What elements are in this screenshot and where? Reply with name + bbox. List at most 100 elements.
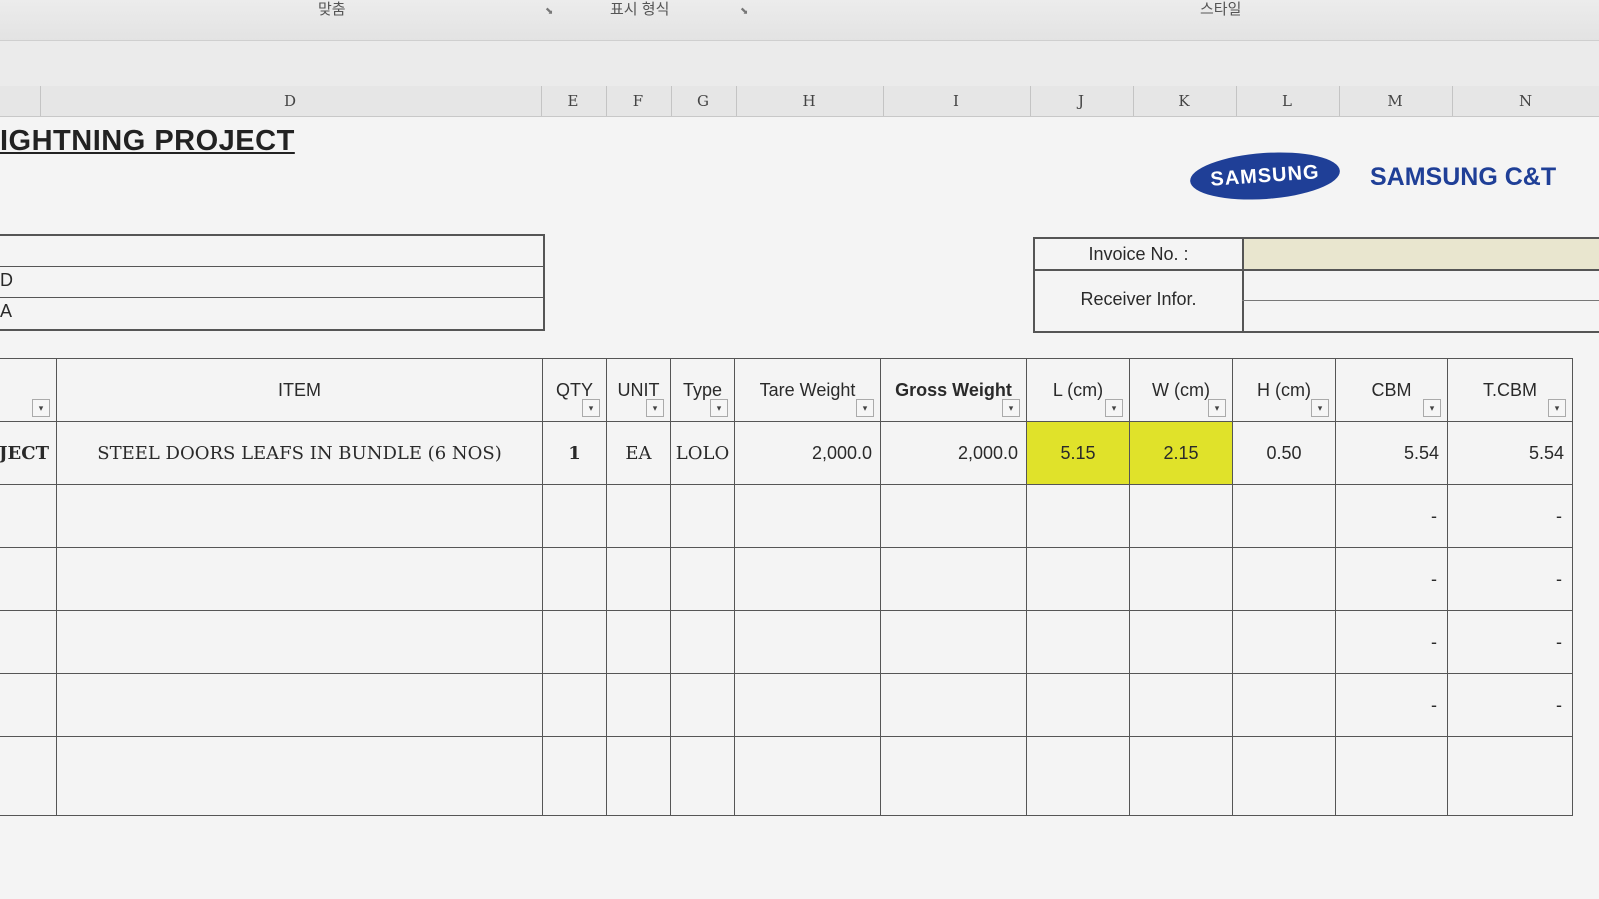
- empty-cell[interactable]: [0, 673, 57, 737]
- empty-cell[interactable]: [670, 484, 735, 548]
- cbm-dash-cell[interactable]: -: [1335, 484, 1448, 548]
- empty-cell[interactable]: [56, 547, 543, 611]
- empty-cell[interactable]: [734, 547, 881, 611]
- column-header-l[interactable]: L: [1236, 92, 1338, 110]
- cbm-dash-cell[interactable]: -: [1335, 610, 1448, 674]
- empty-cell[interactable]: [542, 673, 607, 737]
- header-cbm[interactable]: CBM ▾: [1335, 358, 1448, 422]
- tare-weight-cell[interactable]: 2,000.0: [734, 421, 881, 485]
- empty-cell[interactable]: [606, 736, 671, 816]
- empty-cell[interactable]: [1232, 547, 1336, 611]
- filter-dropdown-icon[interactable]: ▾: [1548, 399, 1566, 417]
- empty-cell[interactable]: [0, 484, 57, 548]
- empty-cell[interactable]: [1129, 547, 1233, 611]
- length-cell[interactable]: 5.15: [1026, 421, 1130, 485]
- empty-cell[interactable]: [1026, 673, 1130, 737]
- empty-cell[interactable]: [880, 673, 1027, 737]
- empty-cell[interactable]: [542, 610, 607, 674]
- filter-dropdown-icon[interactable]: ▾: [1208, 399, 1226, 417]
- empty-cell[interactable]: [670, 736, 735, 816]
- cbm-dash-cell[interactable]: -: [1335, 547, 1448, 611]
- cbm-dash-cell[interactable]: -: [1335, 673, 1448, 737]
- filter-dropdown-icon[interactable]: ▾: [856, 399, 874, 417]
- header-qty[interactable]: QTY ▾: [542, 358, 607, 422]
- column-header-e[interactable]: E: [541, 92, 605, 110]
- header-unit[interactable]: UNIT ▾: [606, 358, 671, 422]
- column-header-f[interactable]: F: [606, 92, 670, 110]
- empty-cell[interactable]: [606, 610, 671, 674]
- unit-cell[interactable]: EA: [606, 421, 671, 485]
- empty-cell[interactable]: [880, 736, 1027, 816]
- empty-cell[interactable]: [880, 484, 1027, 548]
- header-height[interactable]: H (cm) ▾: [1232, 358, 1336, 422]
- empty-cell[interactable]: [734, 673, 881, 737]
- filter-dropdown-icon[interactable]: ▾: [582, 399, 600, 417]
- empty-cell[interactable]: [0, 610, 57, 674]
- empty-cell[interactable]: [542, 484, 607, 548]
- empty-cell[interactable]: [56, 484, 543, 548]
- height-cell[interactable]: 0.50: [1232, 421, 1336, 485]
- empty-cell[interactable]: [1232, 673, 1336, 737]
- shipper-info-box[interactable]: D A: [0, 234, 545, 331]
- empty-cell[interactable]: [542, 736, 607, 816]
- width-cell[interactable]: 2.15: [1129, 421, 1233, 485]
- header-item[interactable]: ITEM: [56, 358, 543, 422]
- empty-cell[interactable]: [1026, 547, 1130, 611]
- worksheet[interactable]: IGHTNING PROJECT SAMSUNG SAMSUNG C&T D A…: [0, 117, 1599, 899]
- empty-cell[interactable]: [1129, 673, 1233, 737]
- tcbm-dash-cell[interactable]: -: [1447, 484, 1573, 548]
- type-cell[interactable]: LOLO: [670, 421, 735, 485]
- filter-dropdown-icon[interactable]: ▾: [710, 399, 728, 417]
- column-header-j[interactable]: J: [1030, 92, 1132, 110]
- filter-dropdown-icon[interactable]: ▾: [32, 399, 50, 417]
- filter-dropdown-icon[interactable]: ▾: [1002, 399, 1020, 417]
- empty-cell[interactable]: [606, 547, 671, 611]
- header-tcbm[interactable]: T.CBM ▾: [1447, 358, 1573, 422]
- invoice-info-box[interactable]: Invoice No. : Receiver Infor.: [1033, 237, 1599, 333]
- empty-cell[interactable]: [670, 547, 735, 611]
- empty-cell[interactable]: [734, 736, 881, 816]
- filter-dropdown-icon[interactable]: ▾: [1423, 399, 1441, 417]
- column-header-d[interactable]: D: [40, 92, 540, 110]
- empty-cell[interactable]: [880, 547, 1027, 611]
- column-header-i[interactable]: I: [883, 92, 1029, 110]
- empty-cell[interactable]: [606, 673, 671, 737]
- cbm-cell[interactable]: 5.54: [1335, 421, 1448, 485]
- header-tare-weight[interactable]: Tare Weight ▾: [734, 358, 881, 422]
- empty-cell[interactable]: [1129, 610, 1233, 674]
- header-type[interactable]: Type ▾: [670, 358, 735, 422]
- alignment-launcher-icon[interactable]: ⬊: [545, 6, 553, 17]
- invoice-no-cell[interactable]: [1244, 239, 1599, 269]
- empty-cell[interactable]: [1026, 484, 1130, 548]
- project-title[interactable]: IGHTNING PROJECT: [0, 125, 295, 158]
- empty-cell[interactable]: [0, 547, 57, 611]
- empty-cell[interactable]: [670, 610, 735, 674]
- header-width[interactable]: W (cm) ▾: [1129, 358, 1233, 422]
- header-filter-cell[interactable]: ▾: [0, 358, 57, 422]
- tcbm-dash-cell[interactable]: -: [1447, 547, 1573, 611]
- filter-dropdown-icon[interactable]: ▾: [1311, 399, 1329, 417]
- empty-cell[interactable]: [606, 484, 671, 548]
- tcbm-cell[interactable]: 5.54: [1447, 421, 1573, 485]
- row-prefix-cell[interactable]: JECT: [0, 421, 57, 485]
- empty-cell[interactable]: [56, 736, 543, 816]
- header-gross-weight[interactable]: Gross Weight ▾: [880, 358, 1027, 422]
- empty-cell[interactable]: [734, 484, 881, 548]
- number-format-launcher-icon[interactable]: ⬊: [740, 6, 748, 17]
- gross-weight-cell[interactable]: 2,000.0: [880, 421, 1027, 485]
- filter-dropdown-icon[interactable]: ▾: [646, 399, 664, 417]
- empty-cell[interactable]: [56, 673, 543, 737]
- empty-cell[interactable]: [670, 673, 735, 737]
- empty-cell[interactable]: [1232, 610, 1336, 674]
- empty-cell[interactable]: [0, 736, 57, 816]
- empty-cell[interactable]: [1026, 736, 1130, 816]
- filter-dropdown-icon[interactable]: ▾: [1105, 399, 1123, 417]
- qty-cell[interactable]: 1: [542, 421, 607, 485]
- empty-cell[interactable]: [1129, 736, 1233, 816]
- column-header-k[interactable]: K: [1133, 92, 1235, 110]
- empty-cell[interactable]: [542, 547, 607, 611]
- column-header-g[interactable]: G: [671, 92, 735, 110]
- column-header-n[interactable]: N: [1452, 92, 1599, 110]
- empty-cell[interactable]: [1447, 736, 1573, 816]
- tcbm-dash-cell[interactable]: -: [1447, 610, 1573, 674]
